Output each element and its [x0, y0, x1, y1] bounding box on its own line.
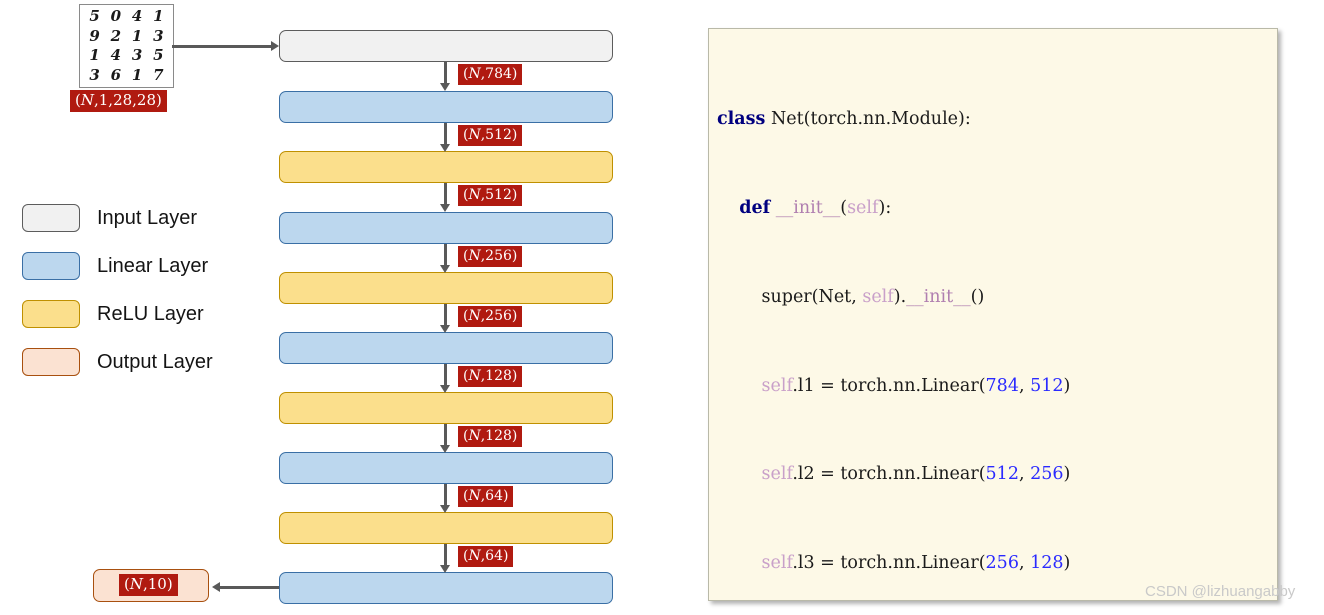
input-arrow-head-icon: [271, 41, 279, 51]
shape-tag: (N,784): [458, 64, 523, 85]
flow-arrow-line: [444, 62, 447, 84]
watermark: CSDN @lizhuangabby: [1145, 583, 1296, 600]
flow-layer-linear-4[interactable]: [279, 452, 613, 484]
shape-tag: (N,512): [458, 125, 523, 146]
code-line: class Net(torch.nn.Module):: [717, 109, 971, 130]
shape-tag-output: (N,10): [119, 574, 178, 596]
code-line: self.l3 = torch.nn.Linear(256, 128): [761, 553, 1071, 574]
legend-swatch-linear-icon: [22, 252, 80, 280]
code-line: self.l2 = torch.nn.Linear(512, 256): [761, 464, 1071, 485]
legend-label: Linear Layer: [97, 254, 209, 277]
shape-tag: (N,256): [458, 246, 523, 267]
shape-tag: (N,64): [458, 486, 514, 507]
flow-arrow-head-icon: [440, 83, 450, 91]
mnist-digit: 2: [110, 26, 122, 45]
mnist-digit: 4: [110, 46, 122, 65]
mnist-digit: 5: [89, 7, 100, 26]
legend-label: ReLU Layer: [97, 302, 204, 325]
shape-tag: (N,64): [458, 546, 514, 567]
legend-item-relu-layer: ReLU Layer: [22, 292, 262, 336]
output-arrow-head-icon: [212, 582, 220, 592]
mnist-digit: 1: [131, 65, 143, 84]
mnist-digit: 4: [131, 7, 143, 26]
shape-tag: (N,128): [458, 426, 523, 447]
flow-layer-input[interactable]: [279, 30, 613, 62]
shape-tag: (N,256): [458, 306, 523, 327]
flow-arrow-line: [444, 244, 447, 266]
mnist-digit: 0: [110, 7, 122, 26]
flow-arrow-head-icon: [440, 204, 450, 212]
output-arrow-line: [220, 586, 279, 589]
mnist-digit: 6: [110, 65, 122, 84]
diagram-root: 5 0 4 1 9 2 1 3 1 4 3 5 3 6 1 7 (N,1,28,…: [0, 0, 1324, 615]
mnist-digit-grid: 5 0 4 1 9 2 1 3 1 4 3 5 3 6 1 7: [80, 5, 173, 87]
flow-arrow-line: [444, 484, 447, 506]
mnist-digit: 3: [131, 46, 143, 65]
code-panel[interactable]: class Net(torch.nn.Module): def __init__…: [708, 28, 1278, 601]
shape-tag: (N,128): [458, 366, 523, 387]
legend-swatch-relu-icon: [22, 300, 80, 328]
code-line: def __init__(self):: [739, 197, 892, 218]
flow-arrow-head-icon: [440, 445, 450, 453]
mnist-digit: 5: [153, 46, 164, 65]
flow-arrow-head-icon: [440, 565, 450, 573]
flow-layer-relu-3[interactable]: [279, 392, 613, 424]
mnist-digit: 1: [131, 26, 143, 45]
legend: Input Layer Linear Layer ReLU Layer Outp…: [22, 196, 262, 388]
mnist-digit: 7: [153, 65, 164, 84]
mnist-digit: 1: [89, 46, 100, 65]
mnist-digit: 3: [89, 65, 100, 84]
flow-arrow-head-icon: [440, 325, 450, 333]
shape-tag-input: (N,1,28,28): [70, 90, 167, 112]
flow-arrow-head-icon: [440, 385, 450, 393]
input-arrow-line: [172, 45, 272, 48]
legend-item-linear-layer: Linear Layer: [22, 244, 262, 288]
flow-arrow-head-icon: [440, 144, 450, 152]
flow-arrow-line: [444, 304, 447, 326]
mnist-digit: 9: [89, 26, 100, 45]
mnist-sample-image: 5 0 4 1 9 2 1 3 1 4 3 5 3 6 1 7: [79, 4, 174, 88]
flow-arrow-line: [444, 424, 447, 446]
code-block: class Net(torch.nn.Module): def __init__…: [709, 29, 1277, 600]
legend-label: Output Layer: [97, 350, 213, 373]
flow-layer-linear-5[interactable]: [279, 572, 613, 604]
flow-layer-relu-2[interactable]: [279, 272, 613, 304]
code-line: self.l1 = torch.nn.Linear(784, 512): [761, 375, 1071, 396]
legend-item-input-layer: Input Layer: [22, 196, 262, 240]
legend-swatch-input-icon: [22, 204, 80, 232]
mnist-digit: 1: [153, 7, 164, 26]
legend-item-output-layer: Output Layer: [22, 340, 262, 384]
flow-layer-relu-4[interactable]: [279, 512, 613, 544]
flow-arrow-line: [444, 544, 447, 566]
legend-swatch-output-icon: [22, 348, 80, 376]
flow-arrow-head-icon: [440, 505, 450, 513]
flow-layer-relu-1[interactable]: [279, 151, 613, 183]
flow-layer-linear-3[interactable]: [279, 332, 613, 364]
flow-layer-linear-1[interactable]: [279, 91, 613, 123]
mnist-digit: 3: [153, 26, 164, 45]
flow-arrow-line: [444, 364, 447, 386]
flow-arrow-line: [444, 183, 447, 205]
code-line: super(Net, self).__init__(): [717, 286, 985, 307]
legend-label: Input Layer: [97, 206, 198, 229]
flow-layer-linear-2[interactable]: [279, 212, 613, 244]
flow-arrow-line: [444, 123, 447, 145]
flow-arrow-head-icon: [440, 265, 450, 273]
shape-tag: (N,512): [458, 185, 523, 206]
